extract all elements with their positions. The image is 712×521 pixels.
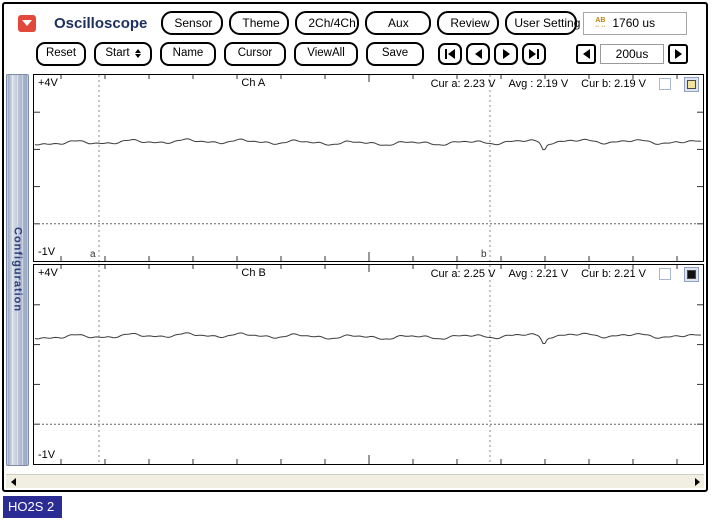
cursor-delta-display: AB ↔↔ 1760 us (583, 12, 687, 35)
channel-b-waveform[interactable] (34, 265, 703, 464)
start-button[interactable]: Start (94, 42, 152, 66)
channel-b-color-select[interactable] (684, 267, 699, 282)
channel-a-cursor-b-value: Cur b: 2.19 V (581, 78, 646, 90)
main-area: Configuration ab +4V Ch A Cur a: 2.23 V … (4, 73, 706, 466)
timescale-selector: 200us (576, 44, 688, 64)
app-window: Oscilloscope Sensor Theme 2Ch/4Ch Aux Re… (2, 2, 708, 492)
timescale-value[interactable]: 200us (600, 44, 664, 64)
app-title: Oscilloscope (54, 15, 147, 32)
channel-b-readouts: Cur a: 2.25 V Avg : 2.21 V Cur b: 2.21 V (431, 267, 699, 282)
channel-a-readouts: Cur a: 2.23 V Avg : 2.19 V Cur b: 2.19 V (431, 77, 699, 92)
start-spinner-icon (135, 49, 141, 58)
chevron-down-icon (22, 20, 32, 26)
horizontal-scrollbar[interactable] (6, 474, 704, 488)
channel-b-color-swatch (687, 270, 696, 279)
viewall-button[interactable]: ViewAll (294, 42, 358, 66)
cursor-delta-value: 1760 us (612, 16, 655, 30)
reset-button[interactable]: Reset (36, 42, 86, 66)
app-menu-icon[interactable] (18, 15, 36, 32)
status-badge: HO2S 2 (3, 496, 62, 518)
channel-a-color-swatch (687, 80, 696, 89)
channel-b-cursor-b-value: Cur b: 2.21 V (581, 268, 646, 280)
channel-a-avg-value: Avg : 2.19 V (508, 78, 568, 90)
channel-a-panel: ab +4V Ch A Cur a: 2.23 V Avg : 2.19 V C… (33, 74, 704, 262)
plot-column: ab +4V Ch A Cur a: 2.23 V Avg : 2.19 V C… (33, 74, 704, 466)
user-setting-button[interactable]: User Setting (505, 11, 577, 35)
aux-button[interactable]: Aux (365, 11, 431, 35)
channel-b-checkbox[interactable] (659, 268, 671, 280)
ab-cursors-icon: AB ↔↔ (594, 17, 606, 29)
svg-text:b: b (481, 249, 487, 260)
step-back-button[interactable] (466, 43, 490, 65)
step-forward-button[interactable] (494, 43, 518, 65)
timescale-increase-button[interactable] (668, 44, 688, 64)
name-button[interactable]: Name (160, 42, 216, 66)
review-button[interactable]: Review (437, 11, 499, 35)
channel-b-avg-value: Avg : 2.21 V (508, 268, 568, 280)
channel-a-checkbox[interactable] (659, 78, 671, 90)
cursor-button[interactable]: Cursor (224, 42, 286, 66)
theme-button[interactable]: Theme (229, 11, 289, 35)
playback-controls (438, 43, 546, 65)
channel-a-top-voltage: +4V (38, 77, 58, 89)
svg-text:a: a (90, 249, 96, 260)
scroll-right-button[interactable] (690, 475, 704, 488)
channel-a-waveform[interactable]: ab (34, 75, 703, 261)
channel-a-cursor-a-value: Cur a: 2.23 V (431, 78, 496, 90)
save-button[interactable]: Save (366, 42, 424, 66)
skip-to-end-button[interactable] (522, 43, 546, 65)
channel-b-panel: +4V Ch B Cur a: 2.25 V Avg : 2.21 V Cur … (33, 264, 704, 465)
channel-b-title: Ch B (241, 267, 265, 279)
channel-b-top-voltage: +4V (38, 267, 58, 279)
channel-a-color-select[interactable] (684, 77, 699, 92)
skip-to-start-button[interactable] (438, 43, 462, 65)
sensor-button[interactable]: Sensor (161, 11, 223, 35)
toolbar-top: Oscilloscope Sensor Theme 2Ch/4Ch Aux Re… (4, 4, 706, 38)
sidebar-label: Configuration (12, 227, 24, 312)
channel-b-cursor-a-value: Cur a: 2.25 V (431, 268, 496, 280)
channel-a-bottom-voltage: -1V (38, 246, 55, 258)
configuration-sidebar[interactable]: Configuration (6, 74, 29, 466)
toolbar-second: Reset Start Name Cursor ViewAll Save 200… (4, 38, 706, 73)
channel-mode-button[interactable]: 2Ch/4Ch (295, 11, 359, 35)
channel-a-title: Ch A (241, 77, 265, 89)
channel-b-bottom-voltage: -1V (38, 449, 55, 461)
timescale-decrease-button[interactable] (576, 44, 596, 64)
scroll-left-button[interactable] (6, 475, 20, 488)
